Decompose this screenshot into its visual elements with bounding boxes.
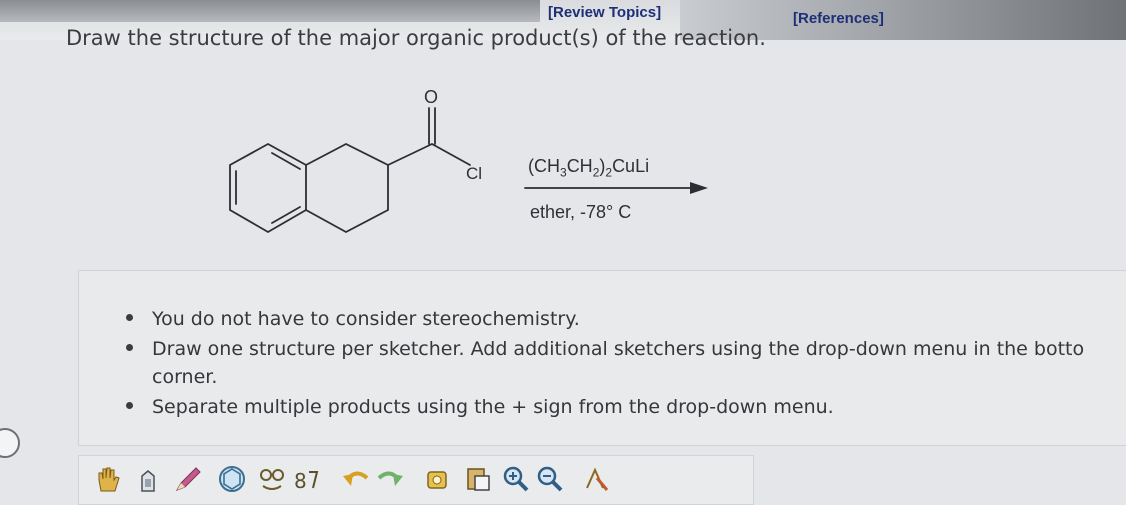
instructions-panel: You do not have to consider stereochemis…	[78, 270, 1126, 446]
reagent-subscript: 3	[560, 165, 567, 180]
reagent-part: CH	[566, 156, 593, 176]
bullet	[126, 344, 133, 351]
pencil-bond-icon[interactable]	[173, 464, 203, 494]
copy-icon[interactable]	[423, 464, 453, 494]
bullet	[126, 314, 133, 321]
undo-icon[interactable]	[341, 464, 371, 494]
reagent-above-arrow: (CH3CH2)2CuLi	[528, 156, 649, 180]
instruction-item: Separate multiple products using the + s…	[152, 396, 834, 418]
instruction-item: Draw one structure per sketcher. Add add…	[152, 338, 1085, 360]
zoom-in-icon[interactable]	[501, 464, 531, 494]
redo-icon[interactable]	[375, 464, 405, 494]
reaction-scheme: O Cl (CH3CH2)2CuLi ether, -78° C	[220, 82, 740, 252]
atom-map-icon[interactable]	[257, 464, 287, 494]
question-prompt: Draw the structure of the major organic …	[66, 26, 766, 50]
instruction-item-continued: corner.	[152, 366, 218, 388]
side-collapse-tab[interactable]	[0, 428, 20, 458]
reagent-part: (CH	[528, 156, 560, 176]
sketcher-toolbar: 8	[78, 455, 754, 505]
zoom-out-icon[interactable]	[535, 464, 565, 494]
bullet	[126, 402, 133, 409]
hand-pan-icon[interactable]	[93, 464, 123, 494]
atom-label-icon[interactable]	[581, 464, 611, 494]
paste-icon[interactable]	[463, 464, 493, 494]
ring-template-icon[interactable]	[217, 464, 247, 494]
chain-icon[interactable]: 8	[291, 464, 321, 494]
reagent-below-arrow: ether, -78° C	[530, 202, 632, 222]
instruction-item: You do not have to consider stereochemis…	[152, 308, 580, 330]
references-link[interactable]: [References]	[793, 10, 884, 27]
reagent-part: CuLi	[612, 156, 650, 176]
carbonyl-oxygen-label: O	[424, 87, 439, 107]
svg-text:8: 8	[294, 469, 307, 493]
top-strip-left	[0, 0, 540, 22]
erase-icon[interactable]	[133, 464, 163, 494]
chlorine-label: Cl	[466, 164, 483, 183]
review-topics-link[interactable]: [Review Topics]	[548, 4, 661, 21]
